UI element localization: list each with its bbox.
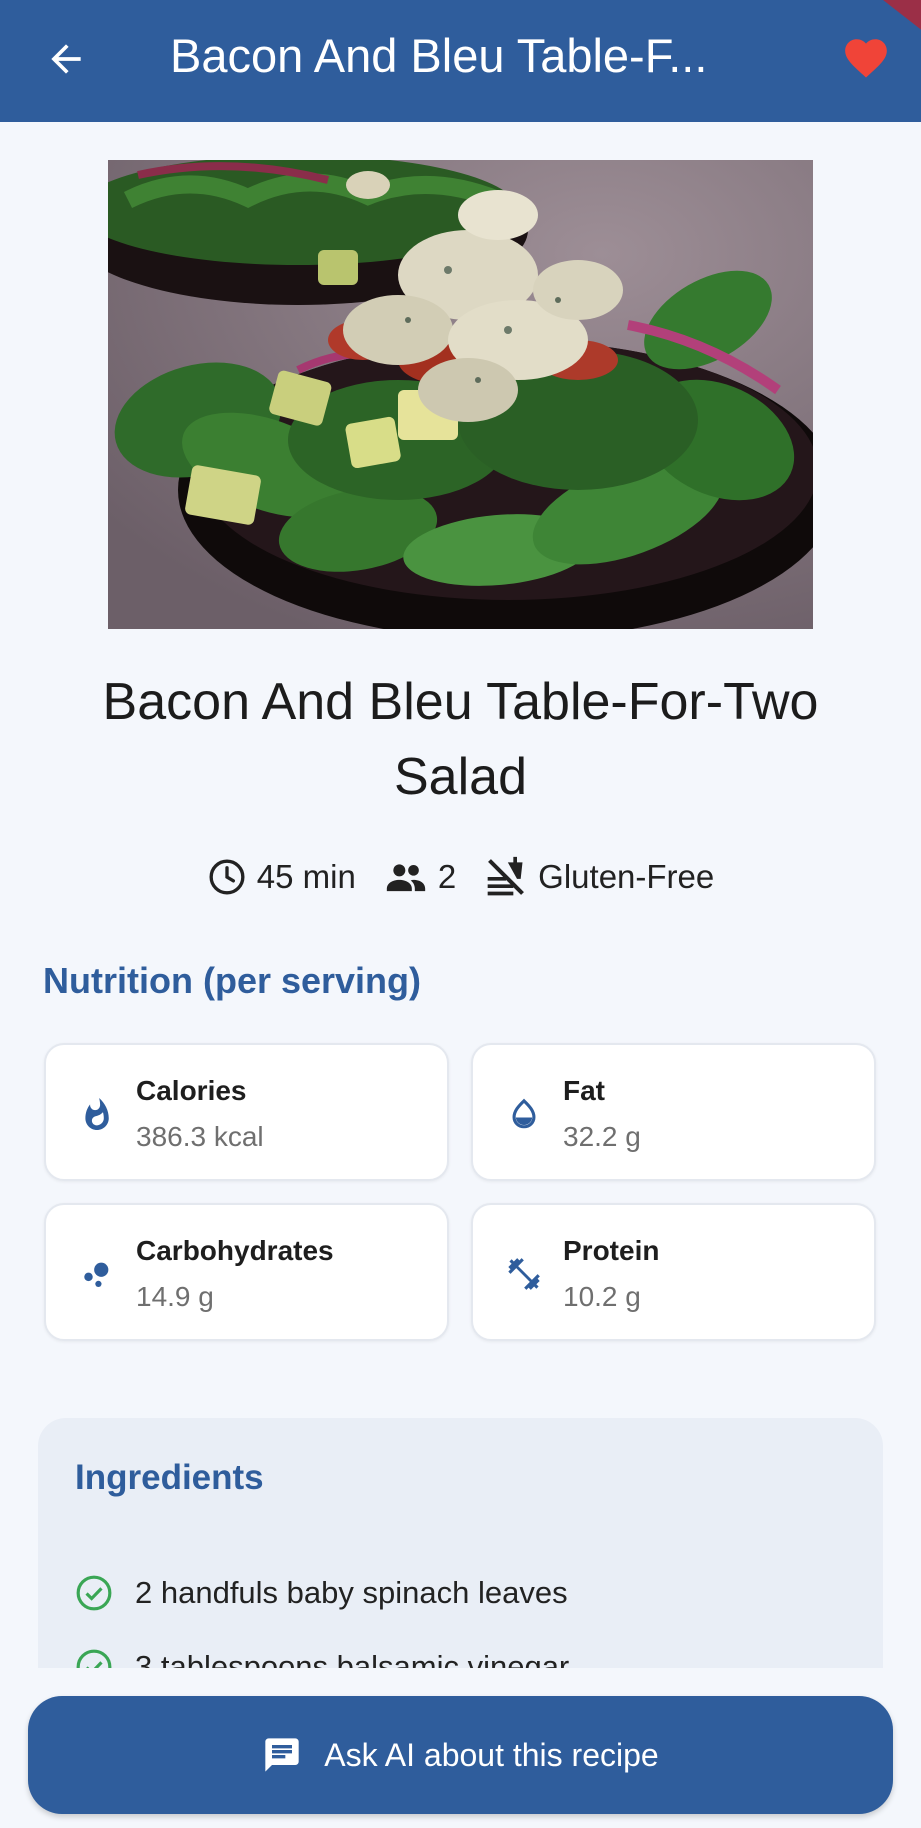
chat-icon [265, 1738, 299, 1772]
water-drop-icon [512, 1098, 536, 1129]
recipe-title: Bacon And Bleu Table-For-Two Salad [102, 673, 819, 806]
ingredient-text: 2 handfuls baby spinach leaves [135, 1575, 568, 1610]
nutrition-card-carbohydrates: Carbohydrates 14.9 g [44, 1203, 449, 1341]
app-bar-title: Bacon And Bleu Table-F... [170, 29, 708, 82]
nutrition-label: Calories [136, 1075, 247, 1106]
diet-label: Gluten-Free [484, 855, 714, 899]
servings-value: 2 [437, 858, 457, 895]
ingredient-item: 3 tablespoons balsamic vinegar [75, 1648, 569, 1668]
cook-time-value: 45 min [256, 858, 356, 895]
no-food-icon [487, 856, 525, 896]
grain-icon [84, 1262, 109, 1288]
ask-ai-label: Ask AI about this recipe [324, 1736, 659, 1773]
people-icon [386, 864, 425, 892]
ingredient-item: 2 handfuls baby spinach leaves [75, 1574, 568, 1612]
recipe-image [108, 160, 813, 629]
debug-banner-corner [878, 0, 921, 31]
nutrition-label: Protein [563, 1235, 660, 1266]
ingredients-panel: Ingredients 2 handfuls baby spinach leav… [38, 1418, 883, 1668]
favorite-button[interactable] [838, 30, 894, 86]
flame-icon [85, 1097, 109, 1131]
nutrition-value: 10.2 g [563, 1281, 641, 1312]
heart-icon [845, 39, 887, 78]
check-circle-icon [76, 1649, 112, 1668]
servings: 2 [384, 857, 456, 897]
ask-ai-button[interactable]: Ask AI about this recipe [28, 1696, 893, 1814]
nutrition-label: Carbohydrates [136, 1235, 334, 1266]
recipe-meta-row: 45 min 2 Gluten-Free [0, 852, 921, 902]
back-button[interactable] [38, 31, 94, 87]
cook-time: 45 min [207, 857, 356, 897]
dumbbell-icon [508, 1258, 540, 1290]
nutrition-card-protein: Protein 10.2 g [471, 1203, 876, 1341]
nutrition-value: 32.2 g [563, 1121, 641, 1152]
nutrition-card-fat: Fat 32.2 g [471, 1043, 876, 1181]
clock-icon [209, 859, 245, 895]
nutrition-label: Fat [563, 1075, 605, 1106]
ingredients-heading: Ingredients [75, 1458, 264, 1497]
nutrition-card-calories: Calories 386.3 kcal [44, 1043, 449, 1181]
arrow-left-icon [51, 44, 81, 74]
nutrition-value: 14.9 g [136, 1281, 214, 1312]
ingredient-text: 3 tablespoons balsamic vinegar [135, 1649, 570, 1668]
diet-value: Gluten-Free [538, 858, 715, 895]
check-circle-icon [76, 1575, 112, 1611]
nutrition-value: 386.3 kcal [136, 1121, 264, 1152]
nutrition-heading: Nutrition (per serving) [43, 960, 422, 1001]
app-bar: Bacon And Bleu Table-F... [0, 0, 921, 122]
